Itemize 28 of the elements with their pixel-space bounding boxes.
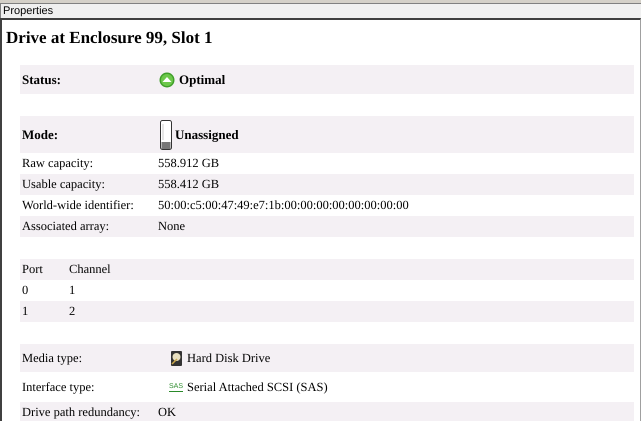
field-label: Media type: — [21, 350, 84, 366]
table-cell: Channel — [69, 262, 111, 277]
table-cell: 2 — [69, 304, 76, 319]
table-cell: 1 — [69, 283, 76, 298]
field-label: Mode: — [21, 126, 60, 142]
field-value: Optimal — [179, 72, 226, 88]
table-cell-text: 0 — [21, 283, 30, 298]
field-value: 50:00:c5:00:47:49:e7:1b:00:00:00:00:00:00:00:00 — [158, 198, 409, 213]
table-cell-text: 1 — [21, 304, 30, 319]
field-label: Interface type: — [21, 380, 96, 394]
field-label: Drive path redundancy: — [21, 405, 142, 420]
field-value: Unassigned — [175, 126, 239, 142]
drive-heading: Drive at Enclosure 99, Slot 1 — [5, 27, 214, 49]
up-arrow-icon — [159, 72, 175, 88]
field-label: Status: — [21, 72, 62, 88]
field-value: Serial Attached SCSI (SAS) — [187, 380, 328, 394]
table-cell-text: Port — [21, 262, 44, 277]
field-label: Associated array: — [21, 219, 110, 234]
field-label: Raw capacity: — [21, 156, 94, 171]
panel-title: Properties — [0, 4, 641, 18]
field-value: None — [158, 219, 186, 234]
field-value: Hard Disk Drive — [187, 350, 270, 366]
field-value: 558.912 GB — [158, 156, 220, 171]
drive-icon — [160, 120, 172, 150]
field-value: OK — [158, 405, 176, 420]
field-label: Usable capacity: — [21, 177, 106, 192]
field-value: 558.412 GB — [158, 177, 220, 192]
field-label: World-wide identifier: — [21, 198, 135, 213]
